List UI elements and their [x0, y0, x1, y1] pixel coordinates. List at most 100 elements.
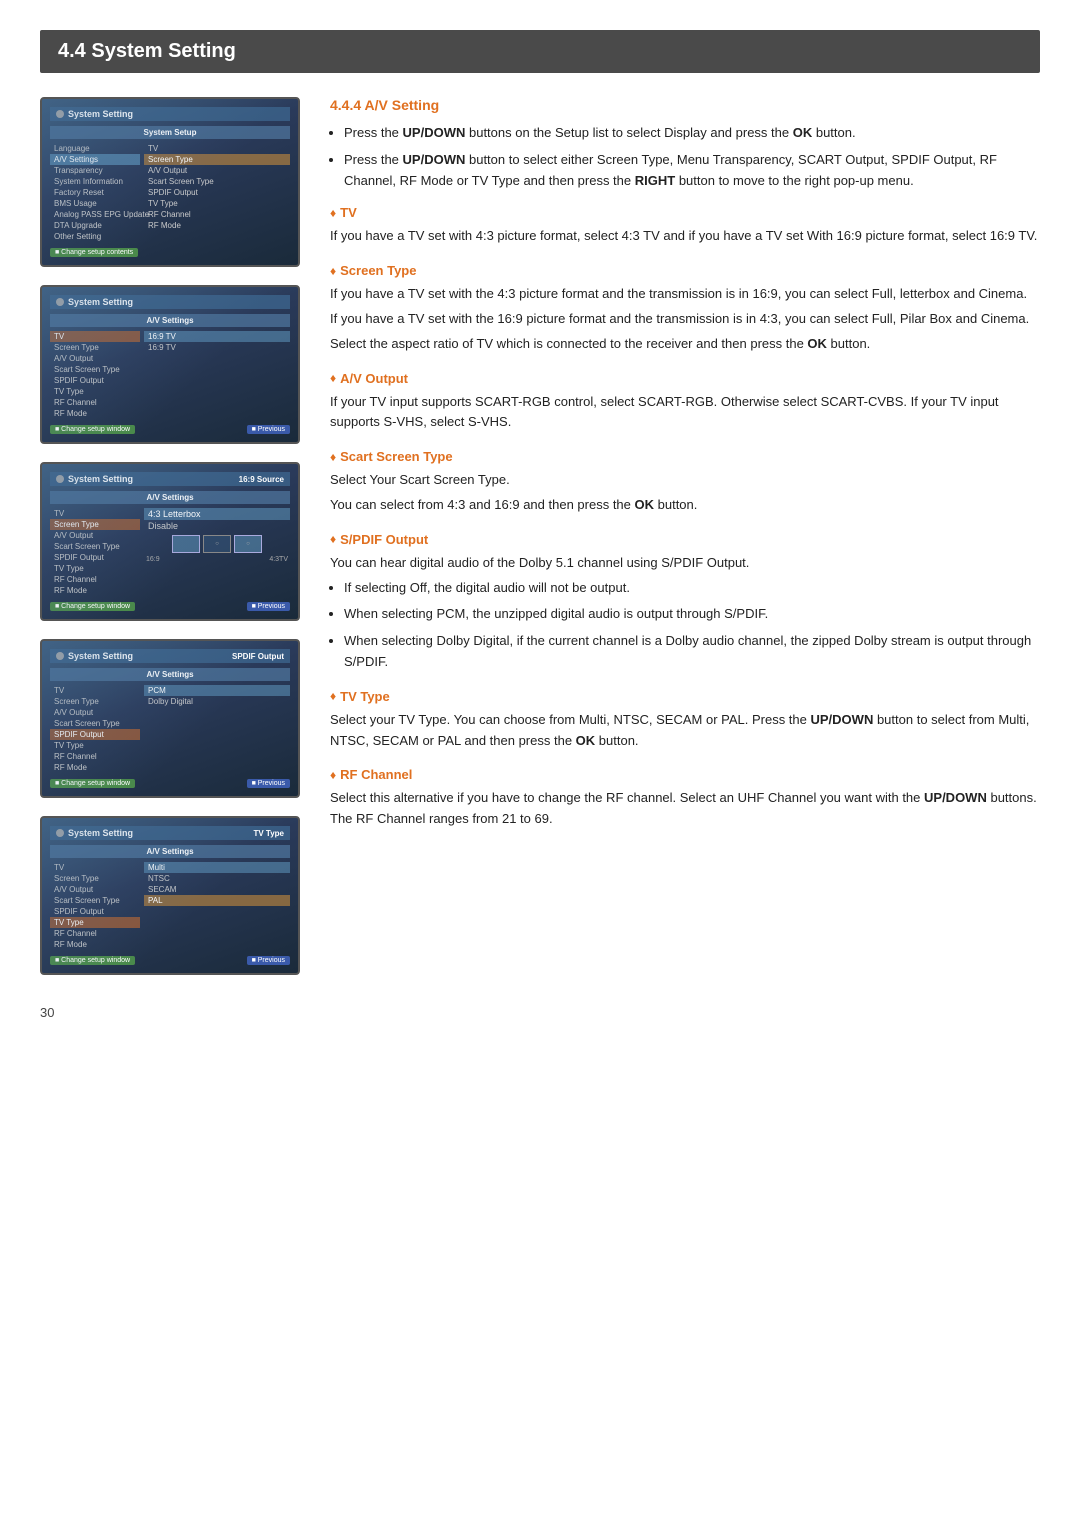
- spdif-bullet-1: If selecting Off, the digital audio will…: [344, 578, 1040, 599]
- intro-bullets: Press the UP/DOWN buttons on the Setup l…: [330, 123, 1040, 191]
- tv-right-menu-1: TV Screen Type A/V Output Scart Screen T…: [144, 143, 290, 242]
- tv-btn-prev-3[interactable]: ■ Previous: [247, 602, 290, 611]
- tv-option: Disable: [144, 520, 290, 532]
- tv-title-bar-1: System Setting: [50, 107, 290, 121]
- tv-option-pal: PAL: [144, 895, 290, 906]
- subsection-title-rf-channel: ♦ RF Channel: [330, 767, 1040, 782]
- tv-body-5: TV Screen Type A/V Output Scart Screen T…: [50, 862, 290, 950]
- tv-menu-header-2: A/V Settings: [50, 314, 290, 327]
- tv-title-bar-5: System Setting TV Type: [50, 826, 290, 840]
- tv-btn-ok[interactable]: ■ Change setup contents: [50, 248, 138, 257]
- tv-option: TV: [144, 143, 290, 154]
- tv-btn-change-3[interactable]: ■ Change setup window: [50, 602, 135, 611]
- subsection-title-tv: ♦ TV: [330, 205, 1040, 220]
- subsection-text-tv-type: Select your TV Type. You can choose from…: [330, 710, 1040, 752]
- screenshots-column: System Setting System Setup Language A/V…: [40, 97, 300, 975]
- tv-option: NTSC: [144, 873, 290, 884]
- tv-footer-4: ■ Change setup window ■ Previous: [50, 779, 290, 788]
- tv-screen-3: System Setting 16:9 Source A/V Settings …: [40, 462, 300, 621]
- tv-option: SECAM: [144, 884, 290, 895]
- tv-right-menu-5: Multi NTSC SECAM PAL: [144, 862, 290, 950]
- tv-menu-item: TV: [50, 508, 140, 519]
- tv-title-bar-4: System Setting SPDIF Output: [50, 649, 290, 663]
- tv-menu-item: A/V Output: [50, 530, 140, 541]
- tv-btn-prev-4[interactable]: ■ Previous: [247, 779, 290, 788]
- tv-option: Scart Screen Type: [144, 176, 290, 187]
- tv-menu-item: Screen Type: [50, 696, 140, 707]
- tv-icon-1: [56, 110, 64, 118]
- tv-menu-item: Scart Screen Type: [50, 541, 140, 552]
- subsection-title-tv-type: ♦ TV Type: [330, 689, 1040, 704]
- page-number: 30: [40, 1005, 1040, 1020]
- tv-menu-item: RF Mode: [50, 762, 140, 773]
- tv-menu-item: Transparency: [50, 165, 140, 176]
- tv-menu-item: Scart Screen Type: [50, 895, 140, 906]
- tv-menu-item: RF Channel: [50, 574, 140, 585]
- tv-menu-item: SPDIF Output: [50, 906, 140, 917]
- diamond-icon-av-output: ♦: [330, 371, 336, 385]
- tv-icon-5: [56, 829, 64, 837]
- tv-screen-2: System Setting A/V Settings TV Screen Ty…: [40, 285, 300, 444]
- tv-menu-item: RF Mode: [50, 939, 140, 950]
- tv-footer-1: ■ Change setup contents: [50, 248, 290, 257]
- tv-menu-item-screen: Screen Type: [50, 519, 140, 530]
- page-title: 4.4 System Setting: [58, 40, 236, 62]
- subsection-text-scart-screen-1: Select Your Scart Screen Type.: [330, 470, 1040, 491]
- tv-menu-item: SPDIF Output: [50, 552, 140, 563]
- subsection-title-scart-screen: ♦ Scart Screen Type: [330, 449, 1040, 464]
- tv-menu-item: Analog PASS EPG Update: [50, 209, 140, 220]
- tv-btn-prev-5[interactable]: ■ Previous: [247, 956, 290, 965]
- tv-footer-5: ■ Change setup window ■ Previous: [50, 956, 290, 965]
- tv-title-bar-2: System Setting: [50, 295, 290, 309]
- main-layout: System Setting System Setup Language A/V…: [40, 97, 1040, 975]
- tv-menu-item-spdif: SPDIF Output: [50, 729, 140, 740]
- tv-btn-change-4[interactable]: ■ Change setup window: [50, 779, 135, 788]
- tv-menu-item: TV: [50, 862, 140, 873]
- subsection-scart-screen: ♦ Scart Screen Type Select Your Scart Sc…: [330, 449, 1040, 516]
- tv-screen-5: System Setting TV Type A/V Settings TV S…: [40, 816, 300, 975]
- tv-menu-item: A/V Output: [50, 707, 140, 718]
- tv-menu-item-av: A/V Settings: [50, 154, 140, 165]
- subsection-text-av-output: If your TV input supports SCART-RGB cont…: [330, 392, 1040, 434]
- tv-left-menu-3: TV Screen Type A/V Output Scart Screen T…: [50, 508, 140, 596]
- tv-menu-item: BMS Usage: [50, 198, 140, 209]
- tv-box-full: [172, 535, 200, 553]
- tv-right-menu-3: 4:3 Letterbox Disable ○ ○ 16:9 4:3TV: [144, 508, 290, 596]
- diamond-icon-rf-channel: ♦: [330, 768, 336, 782]
- tv-btn-change[interactable]: ■ Change setup window: [50, 425, 135, 434]
- tv-btn-change-5[interactable]: ■ Change setup window: [50, 956, 135, 965]
- tv-body-3: TV Screen Type A/V Output Scart Screen T…: [50, 508, 290, 596]
- spdif-bullet-2: When selecting PCM, the unzipped digital…: [344, 604, 1040, 625]
- tv-btn-prev[interactable]: ■ Previous: [247, 425, 290, 434]
- tv-option: Dolby Digital: [144, 696, 290, 707]
- subsection-title-spdif: ♦ S/PDIF Output: [330, 532, 1040, 547]
- tv-menu-item: Scart Screen Type: [50, 718, 140, 729]
- tv-option-sel: 16:9 TV: [144, 331, 290, 342]
- tv-menu-item: RF Channel: [50, 397, 140, 408]
- tv-footer-3: ■ Change setup window ■ Previous: [50, 602, 290, 611]
- diamond-icon-tv: ♦: [330, 206, 336, 220]
- subsection-spdif: ♦ S/PDIF Output You can hear digital aud…: [330, 532, 1040, 673]
- subsection-tv: ♦ TV If you have a TV set with 4:3 pictu…: [330, 205, 1040, 247]
- tv-menu-item: TV: [50, 685, 140, 696]
- tv-option-multi: Multi: [144, 862, 290, 873]
- intro-bullet-1: Press the UP/DOWN buttons on the Setup l…: [344, 123, 1040, 144]
- tv-menu-item: TV Type: [50, 740, 140, 751]
- diamond-icon-tv-type: ♦: [330, 689, 336, 703]
- tv-option: 16:9 TV: [144, 342, 290, 353]
- tv-body-4: TV Screen Type A/V Output Scart Screen T…: [50, 685, 290, 773]
- tv-menu-item-tvtype: TV Type: [50, 917, 140, 928]
- tv-menu-item-tv: TV: [50, 331, 140, 342]
- tv-option: TV Type: [144, 198, 290, 209]
- tv-box-letterbox: ○: [203, 535, 231, 553]
- tv-menu-item: RF Channel: [50, 751, 140, 762]
- tv-menu-item: Screen Type: [50, 342, 140, 353]
- tv-footer-2: ■ Change setup window ■ Previous: [50, 425, 290, 434]
- tv-icon-3: [56, 475, 64, 483]
- subsection-av-output: ♦ A/V Output If your TV input supports S…: [330, 371, 1040, 434]
- subsection-title-screen-type: ♦ Screen Type: [330, 263, 1040, 278]
- tv-menu-item: RF Channel: [50, 928, 140, 939]
- tv-left-menu-4: TV Screen Type A/V Output Scart Screen T…: [50, 685, 140, 773]
- tv-right-menu-4: PCM Dolby Digital: [144, 685, 290, 773]
- tv-icon-4: [56, 652, 64, 660]
